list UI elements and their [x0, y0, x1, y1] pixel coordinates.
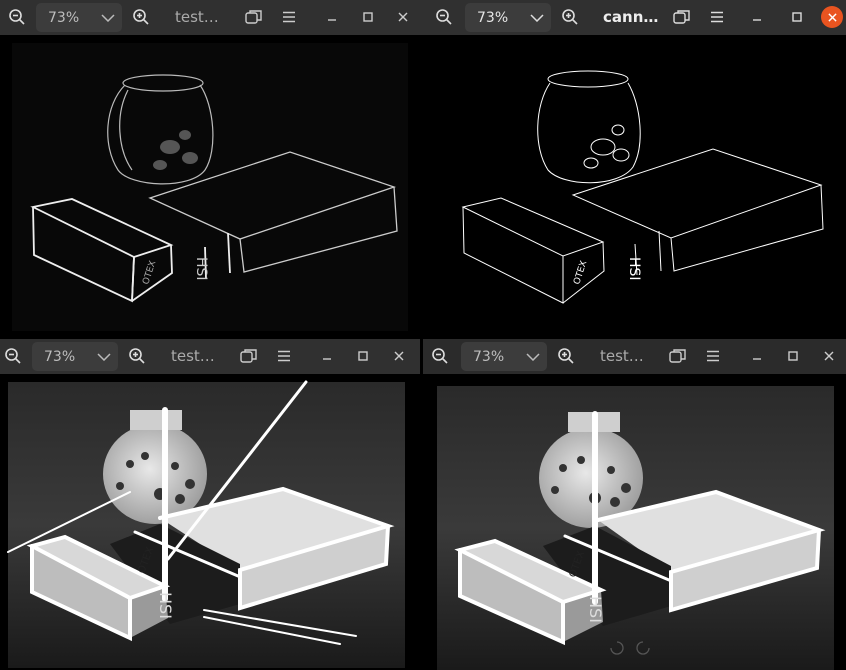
image-canvas: HSI OTEX — [423, 35, 846, 337]
canny-edge-image: HSI OTEX — [461, 70, 824, 304]
zoom-level: 73% — [477, 9, 509, 26]
viewer-window-bottom-left: 73% test… HSI OTEX — [0, 339, 420, 670]
maximize-icon[interactable] — [780, 343, 806, 369]
zoom-out-icon[interactable] — [427, 343, 453, 369]
zoom-out-icon[interactable] — [4, 4, 30, 30]
box-label-side: HSI — [626, 257, 642, 281]
zoom-out-icon[interactable] — [431, 4, 457, 30]
restore-window-icon[interactable] — [236, 343, 262, 369]
minimize-icon[interactable] — [314, 343, 340, 369]
zoom-in-icon[interactable] — [557, 4, 583, 30]
title-bar: 73% cann… — [423, 0, 846, 35]
maximize-icon[interactable] — [350, 343, 376, 369]
restore-window-icon[interactable] — [665, 343, 691, 369]
restore-window-icon[interactable] — [669, 4, 695, 30]
close-icon[interactable] — [390, 4, 416, 30]
zoom-in-icon[interactable] — [124, 343, 150, 369]
box-label-side: HSI — [193, 257, 209, 281]
hamburger-menu-icon[interactable] — [704, 4, 730, 30]
window-title: test… — [175, 8, 219, 26]
zoom-level: 73% — [48, 9, 80, 26]
minimize-icon[interactable] — [319, 4, 345, 30]
title-bar: 73% test… — [423, 339, 846, 374]
viewer-window-bottom-right: 73% test… HSI OTEX — [423, 339, 846, 670]
zoom-selector[interactable]: 73% — [32, 342, 118, 371]
hough-lines-image: HSI OTEX — [7, 380, 405, 668]
close-icon[interactable] — [816, 343, 842, 369]
title-bar: 73% test… — [0, 0, 423, 35]
maximize-icon[interactable] — [784, 4, 810, 30]
zoom-level: 73% — [473, 348, 505, 365]
close-icon[interactable] — [821, 6, 843, 28]
zoom-selector[interactable]: 73% — [465, 3, 551, 32]
image-canvas: HSI OTEX — [0, 35, 423, 337]
sobel-edge-image: HSI OTEX — [12, 43, 408, 331]
filtered-lines-image: HSI OTEX — [437, 386, 834, 670]
title-bar: 73% test… — [0, 339, 420, 374]
window-title: cann… — [603, 8, 659, 26]
zoom-selector[interactable]: 73% — [36, 3, 122, 32]
chevron-down-icon — [92, 342, 116, 371]
viewer-window-top-right: 73% cann… HSI OTEX — [423, 0, 846, 337]
restore-window-icon[interactable] — [241, 4, 267, 30]
box-label-side: HSI — [156, 592, 175, 619]
zoom-level: 73% — [44, 348, 76, 365]
maximize-icon[interactable] — [355, 4, 381, 30]
zoom-selector[interactable]: 73% — [461, 342, 547, 371]
minimize-icon[interactable] — [744, 4, 770, 30]
chevron-down-icon — [96, 3, 120, 32]
zoom-out-icon[interactable] — [0, 343, 26, 369]
zoom-in-icon[interactable] — [553, 343, 579, 369]
hamburger-menu-icon[interactable] — [271, 343, 297, 369]
image-canvas: HSI OTEX — [0, 374, 420, 670]
box-label-front: OTEX — [572, 260, 589, 286]
minimize-icon[interactable] — [744, 343, 770, 369]
viewer-window-top-left: 73% test… HSI OTEX — [0, 0, 423, 337]
zoom-in-icon[interactable] — [128, 4, 154, 30]
chevron-down-icon — [521, 342, 545, 371]
chevron-down-icon — [525, 3, 549, 32]
close-icon[interactable] — [386, 343, 412, 369]
window-title: test… — [171, 347, 215, 365]
window-title: test… — [600, 347, 644, 365]
hamburger-menu-icon[interactable] — [700, 343, 726, 369]
hamburger-menu-icon[interactable] — [276, 4, 302, 30]
image-canvas: HSI OTEX — [423, 374, 846, 670]
box-label-side: HSI — [586, 596, 605, 623]
